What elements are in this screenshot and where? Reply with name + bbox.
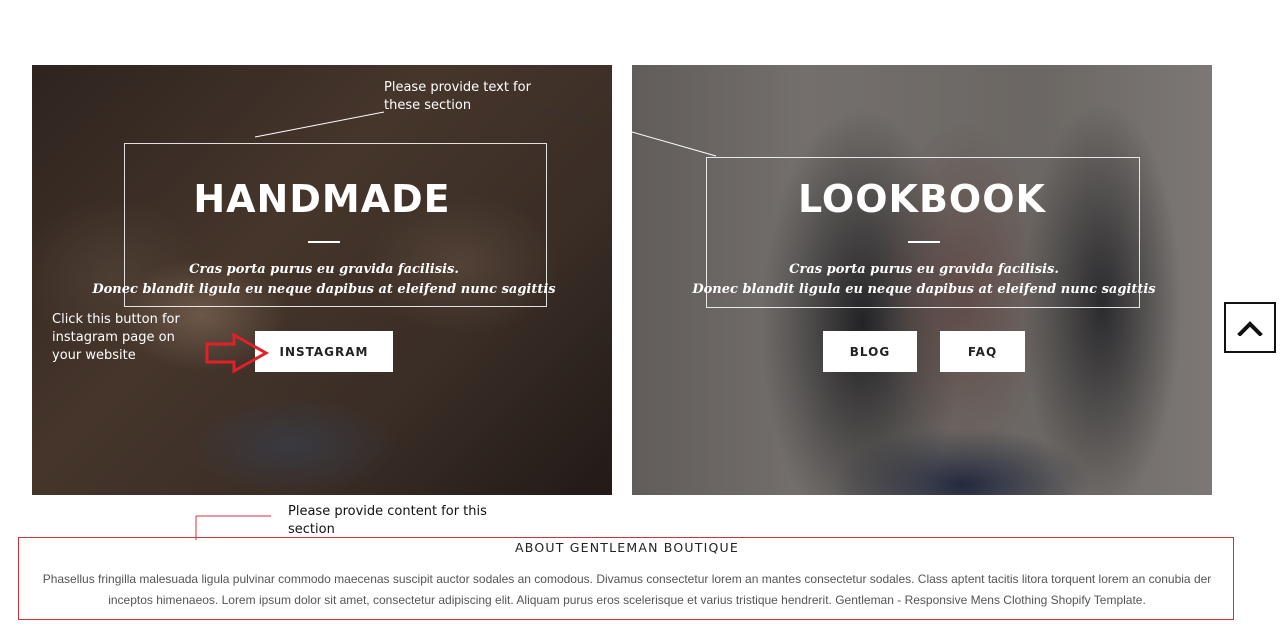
banner-tagline-line2: Donec blandit ligula eu neque dapibus at… bbox=[92, 282, 556, 297]
about-section: ABOUT GENTLEMAN BOUTIQUE Phasellus fring… bbox=[18, 537, 1234, 620]
banner-tagline-line2: Donec blandit ligula eu neque dapibus at… bbox=[692, 282, 1156, 297]
chevron-up-icon bbox=[1237, 320, 1263, 336]
lookbook-banner: LOOKBOOK Cras porta purus eu gravida fac… bbox=[632, 65, 1212, 495]
annotation-section-text-note: Please provide text for these section bbox=[384, 80, 531, 113]
banner-tagline-line1: Cras porta purus eu gravida facilisis. bbox=[789, 262, 1059, 277]
heading-divider bbox=[308, 241, 340, 243]
annotation-content-note: Please provide content for this section bbox=[288, 504, 487, 537]
instagram-button[interactable]: INSTAGRAM bbox=[255, 331, 393, 372]
about-title: ABOUT GENTLEMAN BOUTIQUE bbox=[515, 540, 739, 555]
heading-divider bbox=[908, 241, 940, 243]
faq-button[interactable]: FAQ bbox=[940, 331, 1025, 372]
blog-button[interactable]: BLOG bbox=[823, 331, 917, 372]
handmade-banner: HANDMADE Cras porta purus eu gravida fac… bbox=[32, 65, 612, 495]
annotation-instagram-note: Click this button for instagram page on … bbox=[52, 312, 180, 363]
about-body: Phasellus fringilla malesuada ligula pul… bbox=[42, 572, 1212, 607]
banner-heading: HANDMADE bbox=[193, 177, 451, 221]
banner-tagline-line1: Cras porta purus eu gravida facilisis. bbox=[189, 262, 459, 277]
scroll-to-top-button[interactable] bbox=[1224, 302, 1276, 353]
banner-heading: LOOKBOOK bbox=[798, 177, 1046, 221]
